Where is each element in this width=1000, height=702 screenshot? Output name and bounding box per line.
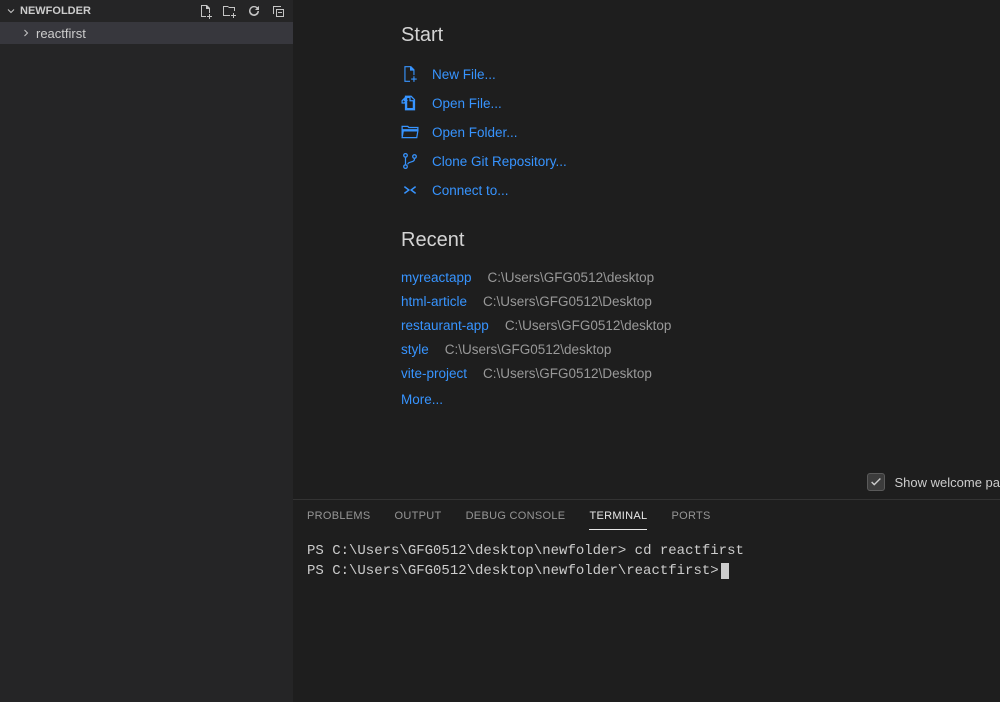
explorer-sidebar: NEWFOLDER reactfirst [0,0,293,702]
refresh-icon[interactable] [245,2,263,20]
recent-more-link[interactable]: More... [401,392,1000,407]
recent-name[interactable]: style [401,342,429,357]
new-file-icon[interactable] [197,2,215,20]
start-heading: Start [401,24,1000,47]
welcome-checkbox-row: Show welcome pa [867,473,1000,491]
terminal-line: PS C:\Users\GFG0512\desktop\newfolder> c… [307,541,986,561]
recent-list: myreactapp C:\Users\GFG0512\desktop html… [401,270,1000,407]
tab-debug-console[interactable]: DEBUG CONSOLE [466,510,566,530]
welcome-editor: Start New File... Open File... Open Fold… [293,0,1000,499]
recent-item: restaurant-app C:\Users\GFG0512\desktop [401,318,1000,333]
explorer-header: NEWFOLDER [0,0,293,22]
recent-name[interactable]: restaurant-app [401,318,489,333]
start-list: New File... Open File... Open Folder... … [401,65,1000,199]
welcome-checkbox-label: Show welcome pa [895,475,1000,490]
recent-item: myreactapp C:\Users\GFG0512\desktop [401,270,1000,285]
recent-name[interactable]: myreactapp [401,270,472,285]
git-branch-icon [401,152,419,170]
bottom-panel: PROBLEMS OUTPUT DEBUG CONSOLE TERMINAL P… [293,499,1000,702]
folder-name: NEWFOLDER [20,5,197,17]
open-file-icon [401,94,419,112]
start-connect-to[interactable]: Connect to... [401,181,1000,199]
panel-tabs: PROBLEMS OUTPUT DEBUG CONSOLE TERMINAL P… [293,500,1000,530]
start-new-file[interactable]: New File... [401,65,1000,83]
new-file-icon [401,65,419,83]
recent-path: C:\Users\GFG0512\Desktop [483,294,652,309]
main-area: Start New File... Open File... Open Fold… [293,0,1000,702]
new-folder-icon[interactable] [221,2,239,20]
start-open-folder[interactable]: Open Folder... [401,123,1000,141]
tree-item-label: reactfirst [36,26,86,41]
recent-item: html-article C:\Users\GFG0512\Desktop [401,294,1000,309]
folder-icon [401,123,419,141]
recent-path: C:\Users\GFG0512\Desktop [483,366,652,381]
terminal-content[interactable]: PS C:\Users\GFG0512\desktop\newfolder> c… [293,530,1000,593]
recent-path: C:\Users\GFG0512\desktop [505,318,672,333]
start-item-label: New File... [432,67,496,82]
start-item-label: Open Folder... [432,125,518,140]
recent-heading: Recent [401,229,1000,252]
tab-problems[interactable]: PROBLEMS [307,510,371,530]
tab-terminal[interactable]: TERMINAL [589,510,647,530]
tree-item-reactfirst[interactable]: reactfirst [0,22,293,44]
tab-ports[interactable]: PORTS [671,510,710,530]
terminal-line: PS C:\Users\GFG0512\desktop\newfolder\re… [307,561,986,581]
collapse-all-icon[interactable] [269,2,287,20]
recent-path: C:\Users\GFG0512\desktop [445,342,612,357]
recent-path: C:\Users\GFG0512\desktop [488,270,655,285]
tab-output[interactable]: OUTPUT [395,510,442,530]
welcome-checkbox[interactable] [867,473,885,491]
recent-item: vite-project C:\Users\GFG0512\Desktop [401,366,1000,381]
start-open-file[interactable]: Open File... [401,94,1000,112]
start-item-label: Open File... [432,96,502,111]
start-item-label: Connect to... [432,183,509,198]
chevron-down-icon[interactable] [4,5,18,17]
remote-icon [401,181,419,199]
recent-name[interactable]: html-article [401,294,467,309]
recent-name[interactable]: vite-project [401,366,467,381]
chevron-right-icon [20,27,34,39]
recent-item: style C:\Users\GFG0512\desktop [401,342,1000,357]
terminal-cursor [721,563,729,579]
start-item-label: Clone Git Repository... [432,154,567,169]
start-clone-git[interactable]: Clone Git Repository... [401,152,1000,170]
